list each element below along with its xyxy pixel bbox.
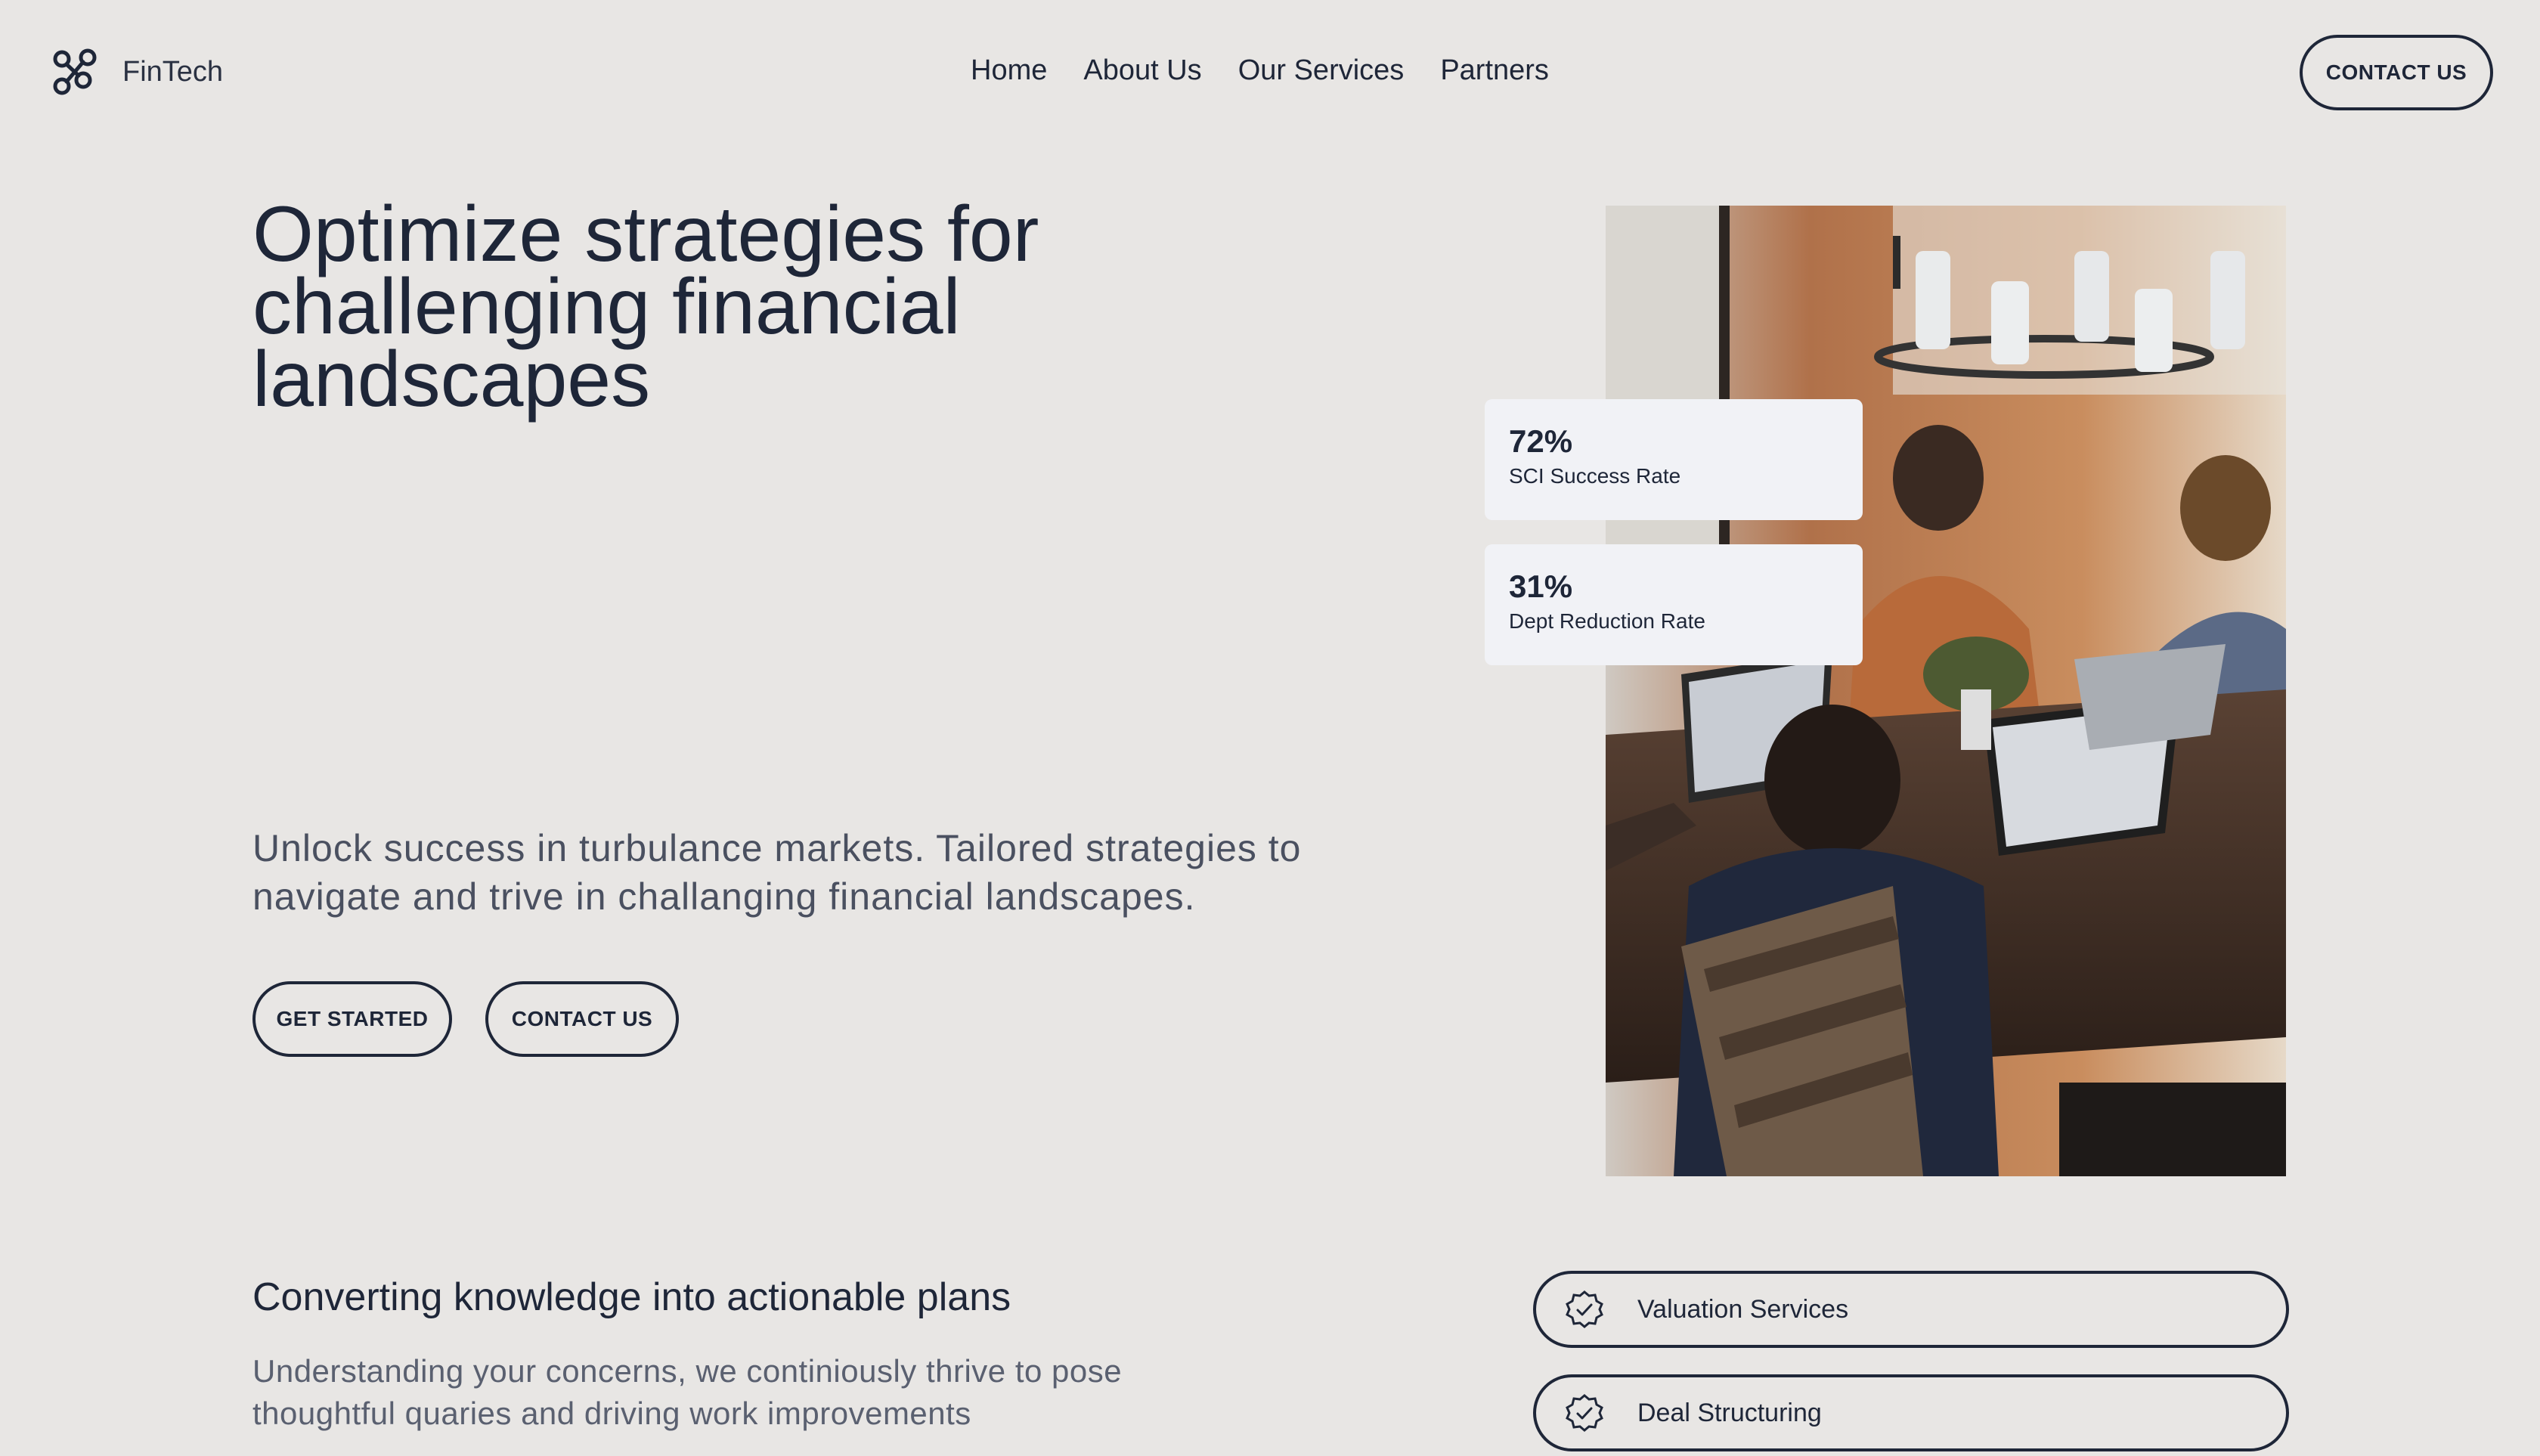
section-text: Understanding your concerns, we continio…: [252, 1353, 1123, 1431]
header-contact-button[interactable]: CONTACT US: [2300, 35, 2493, 110]
brand-name: FinTech: [122, 55, 224, 88]
service-label: Deal Structuring: [1637, 1398, 1822, 1427]
main-nav: Home About Us Our Services Partners: [971, 54, 1549, 87]
stat-label: Dept Reduction Rate: [1509, 609, 1705, 633]
stat-label: SCI Success Rate: [1509, 464, 1681, 488]
service-deal-structuring[interactable]: Deal Structuring: [1533, 1374, 2289, 1451]
service-valuation[interactable]: Valuation Services: [1533, 1271, 2289, 1348]
nav-our-services[interactable]: Our Services: [1238, 54, 1405, 87]
team-meeting-photo: [1606, 206, 2286, 1176]
link-nodes-icon: [53, 48, 97, 95]
badge-check-icon: [1566, 1290, 1603, 1328]
team-meeting-illustration: [1606, 206, 2286, 1176]
hero-title-line-2: challenging financial: [252, 263, 961, 351]
hero-title-line-3: landscapes: [252, 336, 651, 423]
stat-card-reduction-rate: 31% Dept Reduction Rate: [1485, 544, 1863, 665]
nav-home[interactable]: Home: [971, 54, 1047, 87]
nav-about-us[interactable]: About Us: [1083, 54, 1201, 87]
hero-subtitle: Unlock success in turbulance markets. Ta…: [252, 827, 1302, 918]
hero-title: Optimize strategies for challenging fina…: [252, 191, 1235, 423]
nav-partners[interactable]: Partners: [1440, 54, 1549, 87]
brand-logo[interactable]: FinTech: [48, 45, 223, 98]
badge-check-icon: [1566, 1394, 1603, 1432]
get-started-button[interactable]: GET STARTED: [252, 981, 452, 1057]
hero-contact-button[interactable]: CONTACT US: [485, 981, 679, 1057]
section-title: Converting knowledge into actionable pla…: [252, 1275, 1011, 1319]
stat-value: 31%: [1509, 568, 1573, 604]
hero-title-line-1: Optimize strategies for: [252, 191, 1039, 278]
stat-value: 72%: [1509, 423, 1573, 459]
service-label: Valuation Services: [1637, 1294, 1849, 1324]
stat-card-success-rate: 72% SCI Success Rate: [1485, 399, 1863, 520]
